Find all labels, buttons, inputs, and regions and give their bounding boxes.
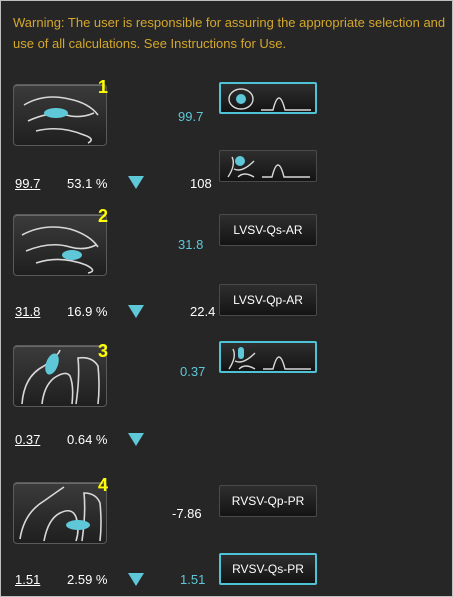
rv-outflow-view-icon (19, 486, 102, 542)
dropdown-arrow-icon[interactable] (128, 305, 144, 318)
result-value-4: 22.4 (190, 304, 216, 319)
row-value-4: 1.51 (15, 572, 41, 587)
row-percent-2: 16.9 % (67, 304, 108, 319)
warning-text: Warning: The user is responsible for ass… (13, 15, 446, 51)
row-value-2: 31.8 (15, 304, 41, 319)
view-marker-2: 2 (98, 206, 109, 226)
rv-flow-curve-button[interactable] (219, 341, 317, 373)
rv-outflow-view-thumbnail-3[interactable] (13, 345, 107, 407)
result-value-3: 31.8 (178, 237, 204, 252)
lvsv-qs-ar-button[interactable]: LVSV-Qs-AR (219, 214, 317, 246)
lv-outflow-view-thumbnail-2[interactable] (13, 214, 107, 276)
view-marker-1: 1 (98, 77, 109, 97)
dropdown-arrow-icon[interactable] (128, 573, 144, 586)
result-value-1: 99.7 (178, 109, 204, 124)
row-percent-4: 2.59 % (67, 572, 108, 587)
rvsv-qs-pr-button[interactable]: RVSV-Qs-PR (219, 553, 317, 585)
view-marker-4: 4 (98, 475, 109, 495)
flow-curve-icon (227, 156, 310, 178)
flow-curve-icon (228, 88, 311, 111)
row-value-3: 0.37 (15, 432, 41, 447)
flow-curve-icon (228, 347, 311, 370)
lv-flow-curve-button-alt[interactable] (219, 150, 317, 182)
result-value-7: 1.51 (180, 572, 206, 587)
lv-flow-curve-button[interactable] (219, 82, 317, 114)
lv-outflow-view-icon (21, 226, 99, 274)
result-value-5: 0.37 (180, 364, 206, 379)
lvsv-qp-ar-button[interactable]: LVSV-Qp-AR (219, 284, 317, 316)
row-percent-3: 0.64 % (67, 432, 108, 447)
result-value-6: -7.86 (172, 506, 202, 521)
rv-outflow-view-thumbnail-4[interactable] (13, 482, 107, 544)
view-marker-3: 3 (98, 341, 109, 361)
row-value-1: 99.7 (15, 176, 41, 191)
dropdown-arrow-icon[interactable] (128, 176, 144, 189)
lv-outflow-view-icon (23, 96, 99, 144)
result-value-2: 108 (190, 176, 212, 191)
row-percent-1: 53.1 % (67, 176, 108, 191)
rv-outflow-view-icon (21, 349, 100, 405)
lv-outflow-view-thumbnail-1[interactable] (13, 84, 107, 146)
dropdown-arrow-icon[interactable] (128, 433, 144, 446)
flow-analysis-panel: Warning: The user is responsible for ass… (0, 0, 453, 597)
rvsv-qp-pr-button[interactable]: RVSV-Qp-PR (219, 485, 317, 517)
